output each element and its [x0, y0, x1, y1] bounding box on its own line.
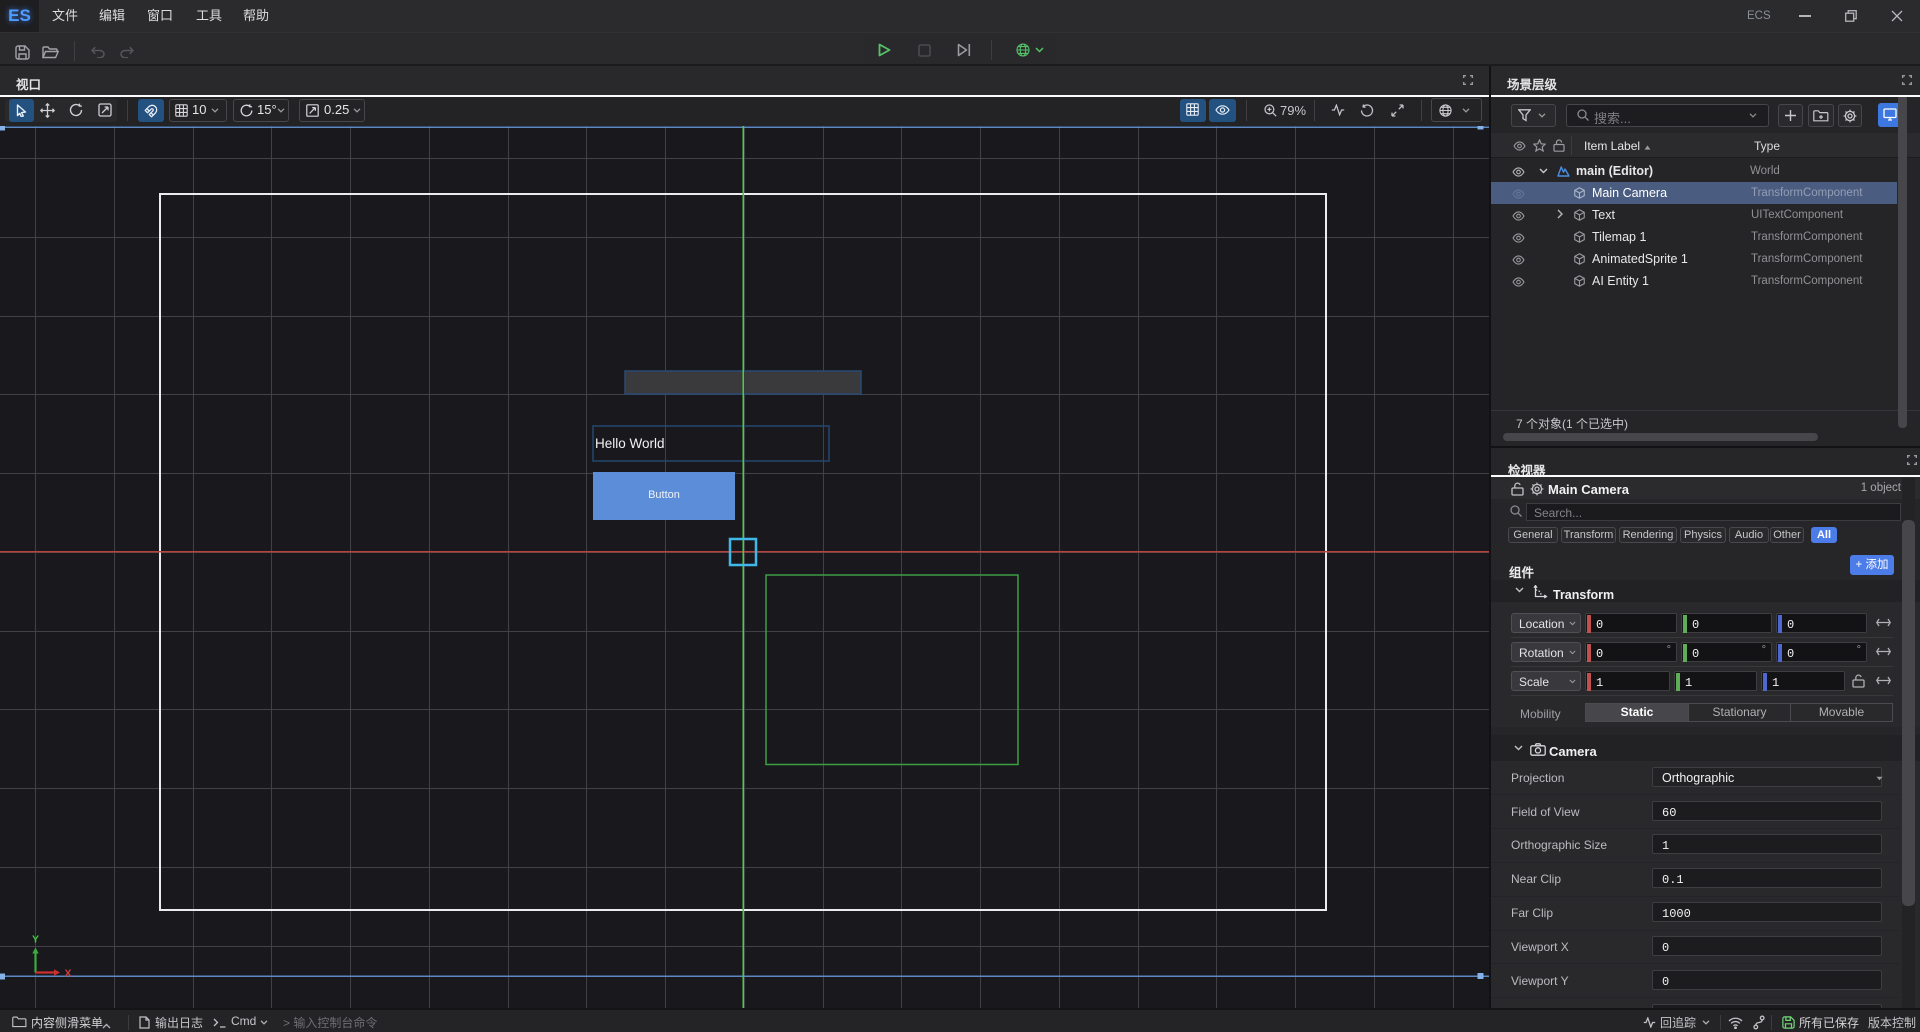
svg-text:Button: Button	[648, 489, 680, 501]
svg-text:Y: Y	[32, 934, 39, 946]
svg-text:Hello World: Hello World	[595, 436, 665, 451]
svg-text:X: X	[64, 968, 71, 980]
